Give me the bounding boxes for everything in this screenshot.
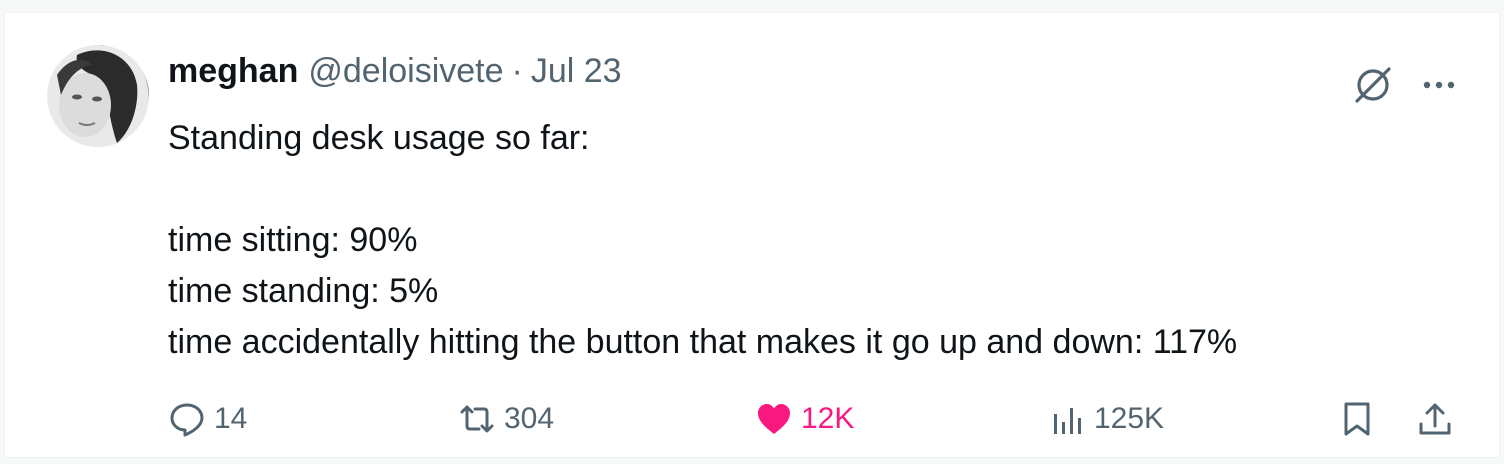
share-icon [1419, 403, 1451, 435]
tweet-text: Standing desk usage so far: time sitting… [168, 119, 1238, 361]
more-icon[interactable] [1419, 65, 1459, 105]
tweet-top-actions [1349, 61, 1459, 109]
grok-icon[interactable] [1349, 61, 1397, 109]
views-icon [1054, 408, 1081, 434]
bookmark-button[interactable] [1338, 395, 1376, 443]
repost-count: 304 [504, 402, 555, 435]
share-button[interactable] [1416, 395, 1454, 443]
like-count: 12K [801, 402, 855, 435]
user-handle[interactable]: @deloisivete [308, 52, 503, 91]
like-button[interactable]: 12K [755, 395, 854, 443]
tweet-date[interactable]: Jul 23 [531, 52, 622, 91]
tweet-card[interactable]: meghan @deloisivete · Jul 23 Standing de… [4, 12, 1500, 458]
tweet-actions: 14 304 12K 125K [168, 395, 1458, 443]
avatar[interactable] [47, 45, 149, 147]
reply-button[interactable]: 14 [168, 395, 247, 443]
tweet-header: meghan @deloisivete · Jul 23 [168, 49, 622, 93]
repost-icon [460, 405, 494, 433]
views-button[interactable]: 125K [1048, 395, 1164, 443]
header-separator: · [511, 51, 523, 90]
reply-count: 14 [214, 402, 248, 435]
heart-icon [758, 404, 790, 434]
view-count: 125K [1094, 402, 1165, 435]
repost-button[interactable]: 304 [458, 395, 554, 443]
display-name[interactable]: meghan [168, 52, 298, 91]
reply-icon [170, 403, 204, 437]
bookmark-icon [1344, 402, 1370, 436]
